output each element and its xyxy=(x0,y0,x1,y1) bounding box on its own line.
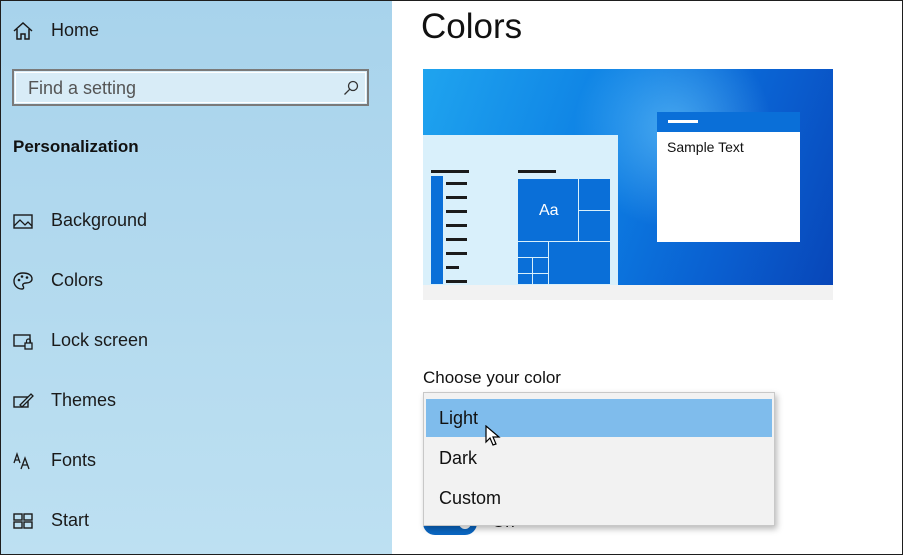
sidebar-item-colors[interactable]: Colors xyxy=(1,261,392,301)
sidebar-item-fonts[interactable]: Fonts xyxy=(1,441,392,481)
dropdown-option-dark[interactable]: Dark xyxy=(426,439,772,477)
color-preview: Aa Sample Text xyxy=(423,69,833,300)
choose-color-label: Choose your color xyxy=(423,368,561,387)
fonts-icon xyxy=(13,451,30,470)
sidebar-item-background[interactable]: Background xyxy=(1,201,392,241)
search-box[interactable] xyxy=(12,69,369,106)
lock-screen-icon xyxy=(13,334,33,350)
color-mode-dropdown[interactable]: Light Dark Custom xyxy=(423,392,775,526)
preview-sample-text: Sample Text xyxy=(667,139,744,155)
sidebar-item-label: Background xyxy=(51,210,148,230)
sidebar-item-label: Lock screen xyxy=(51,330,149,350)
sidebar-item-themes[interactable]: Themes xyxy=(1,381,392,421)
sidebar-item-label: Home xyxy=(51,20,100,40)
sidebar-item-home[interactable]: Home xyxy=(1,11,392,51)
dropdown-option-custom[interactable]: Custom xyxy=(426,479,772,517)
section-title: Personalization xyxy=(13,137,139,156)
preview-tile-text: Aa xyxy=(539,202,559,219)
sidebar-item-label: Fonts xyxy=(51,450,97,470)
dropdown-option-light[interactable]: Light xyxy=(426,399,772,437)
sidebar-item-start[interactable]: Start xyxy=(1,501,392,541)
sidebar-item-label: Colors xyxy=(51,270,104,290)
brush-icon xyxy=(13,393,34,408)
sidebar-item-label: Start xyxy=(51,510,90,530)
search-input[interactable] xyxy=(28,78,328,99)
settings-window: Home Personalization Background Colors L… xyxy=(0,0,903,555)
sidebar-item-label: Themes xyxy=(51,390,117,410)
home-icon xyxy=(13,21,33,40)
page-title: Colors xyxy=(421,7,523,46)
palette-icon xyxy=(13,272,33,290)
sidebar-item-lock-screen[interactable]: Lock screen xyxy=(1,321,392,361)
search-icon[interactable] xyxy=(343,80,359,96)
preview-sample-window: Sample Text xyxy=(657,112,800,242)
picture-icon xyxy=(13,214,33,229)
mouse-cursor-icon xyxy=(485,425,501,446)
sidebar: Home Personalization Background Colors L… xyxy=(1,1,392,554)
start-grid-icon xyxy=(13,513,33,529)
preview-window xyxy=(423,135,618,285)
